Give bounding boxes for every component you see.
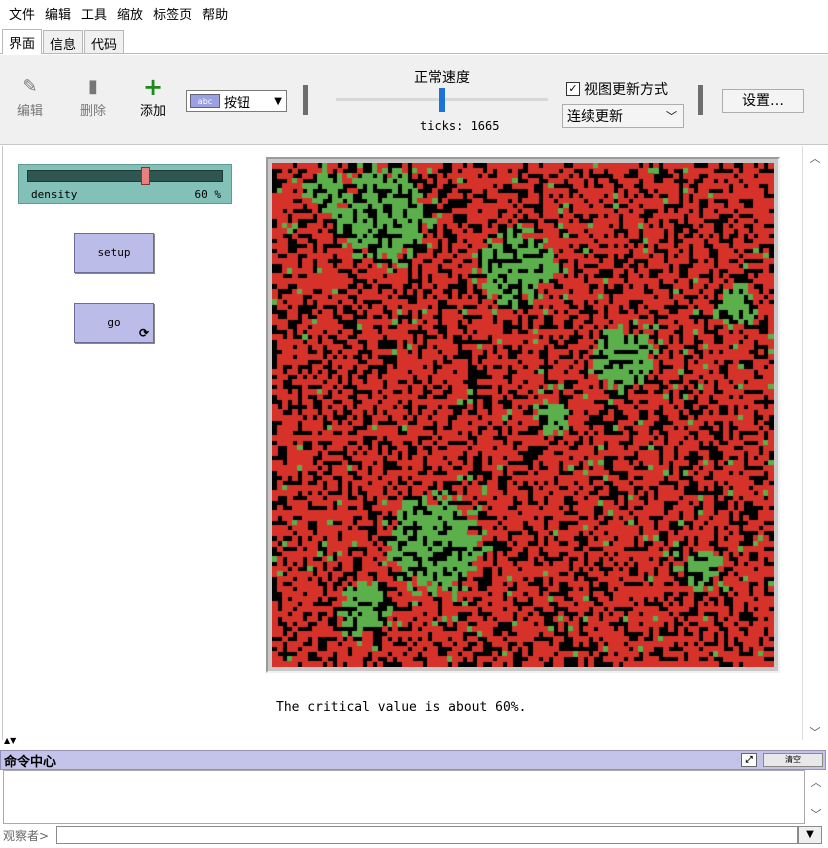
density-value: 60 %	[194, 188, 222, 201]
chevron-down-icon[interactable]: ▼	[798, 826, 822, 844]
note-text: The critical value is about 60%.	[276, 700, 527, 715]
speed-label: 正常速度	[414, 70, 470, 86]
menu-edit[interactable]: 编辑	[40, 4, 76, 23]
menu-zoom[interactable]: 缩放	[112, 4, 148, 23]
checkbox-icon[interactable]: ✓	[566, 82, 580, 96]
world-view	[266, 157, 780, 673]
chevron-down-icon: ▼	[274, 95, 282, 107]
go-button[interactable]: go ⟳	[74, 303, 154, 343]
add-button[interactable]: + 添加	[133, 73, 173, 119]
command-input-row: 观察者> ▼	[0, 825, 828, 845]
menu-help[interactable]: 帮助	[197, 4, 233, 23]
edit-label: 编辑	[16, 104, 43, 119]
speed-slider-thumb[interactable]	[439, 88, 445, 112]
tab-code[interactable]: 代码	[84, 30, 125, 53]
tab-interface[interactable]: 界面	[2, 29, 43, 54]
command-output[interactable]	[3, 770, 805, 824]
widget-type-value: 按钮	[224, 95, 251, 111]
pencil-icon: ✎	[22, 76, 38, 97]
scroll-down-icon[interactable]: ﹀	[806, 806, 826, 822]
plus-icon: +	[142, 73, 164, 101]
menu-tabs[interactable]: 标签页	[148, 4, 197, 23]
toolbar-divider	[303, 85, 308, 115]
density-slider-track[interactable]	[27, 170, 223, 182]
world-canvas[interactable]	[272, 163, 774, 667]
scroll-up-icon[interactable]: ︿	[803, 150, 827, 166]
trash-icon: ▮	[88, 76, 98, 97]
splitter[interactable]: ▲▼	[0, 737, 828, 750]
command-input[interactable]	[56, 826, 798, 844]
go-label: go	[107, 316, 121, 329]
ticks-counter: ticks: 1665	[420, 119, 500, 133]
delete-label: 删除	[79, 104, 106, 119]
add-label: 添加	[139, 104, 166, 119]
tab-bar: 界面 信息 代码	[0, 28, 828, 54]
splitter-arrows-icon[interactable]: ▲▼	[4, 737, 16, 745]
setup-button[interactable]: setup	[74, 233, 154, 273]
menu-tools[interactable]: 工具	[76, 4, 112, 23]
menu-file[interactable]: 文件	[4, 4, 40, 23]
edit-button[interactable]: ✎ 编辑	[10, 76, 50, 120]
button-widget-icon: abc	[190, 94, 220, 108]
clear-button[interactable]: 清空	[763, 753, 823, 767]
delete-button[interactable]: ▮ 删除	[73, 76, 113, 120]
command-center-title: 命令中心	[4, 754, 57, 770]
update-mode-select[interactable]: 连续更新 ﹀	[562, 104, 684, 128]
view-update-checkbox[interactable]: ✓ 视图更新方式	[566, 79, 668, 99]
density-label: density	[31, 188, 78, 201]
toolbar: ✎ 编辑 ▮ 删除 + 添加 abc 按钮 ▼ 正常速度 ticks: 1665…	[0, 55, 828, 145]
view-update-label: 视图更新方式	[584, 82, 668, 98]
forever-icon: ⟳	[138, 326, 149, 340]
settings-button[interactable]: 设置…	[722, 89, 804, 113]
widget-type-select[interactable]: abc 按钮 ▼	[186, 90, 287, 112]
toolbar-divider	[698, 85, 703, 115]
tab-info[interactable]: 信息	[43, 30, 84, 53]
density-slider[interactable]: density 60 %	[18, 164, 232, 204]
update-mode-value: 连续更新	[567, 109, 623, 125]
command-output-scrollbar[interactable]: ︿ ﹀	[806, 770, 826, 824]
scroll-down-icon[interactable]: ﹀	[803, 724, 827, 740]
observer-prompt[interactable]: 观察者>	[0, 827, 56, 844]
maximize-icon[interactable]: ⤢	[741, 753, 757, 767]
density-slider-thumb[interactable]	[140, 167, 150, 185]
scroll-up-icon[interactable]: ︿	[806, 774, 826, 790]
menu-bar: 文件 编辑 工具 缩放 标签页 帮助	[0, 0, 828, 26]
command-center-header: 命令中心 ⤢ 清空	[0, 750, 826, 770]
interface-scrollbar[interactable]: ︿ ﹀	[802, 146, 826, 740]
setup-label: setup	[97, 246, 131, 259]
chevron-down-icon: ﹀	[666, 110, 677, 123]
